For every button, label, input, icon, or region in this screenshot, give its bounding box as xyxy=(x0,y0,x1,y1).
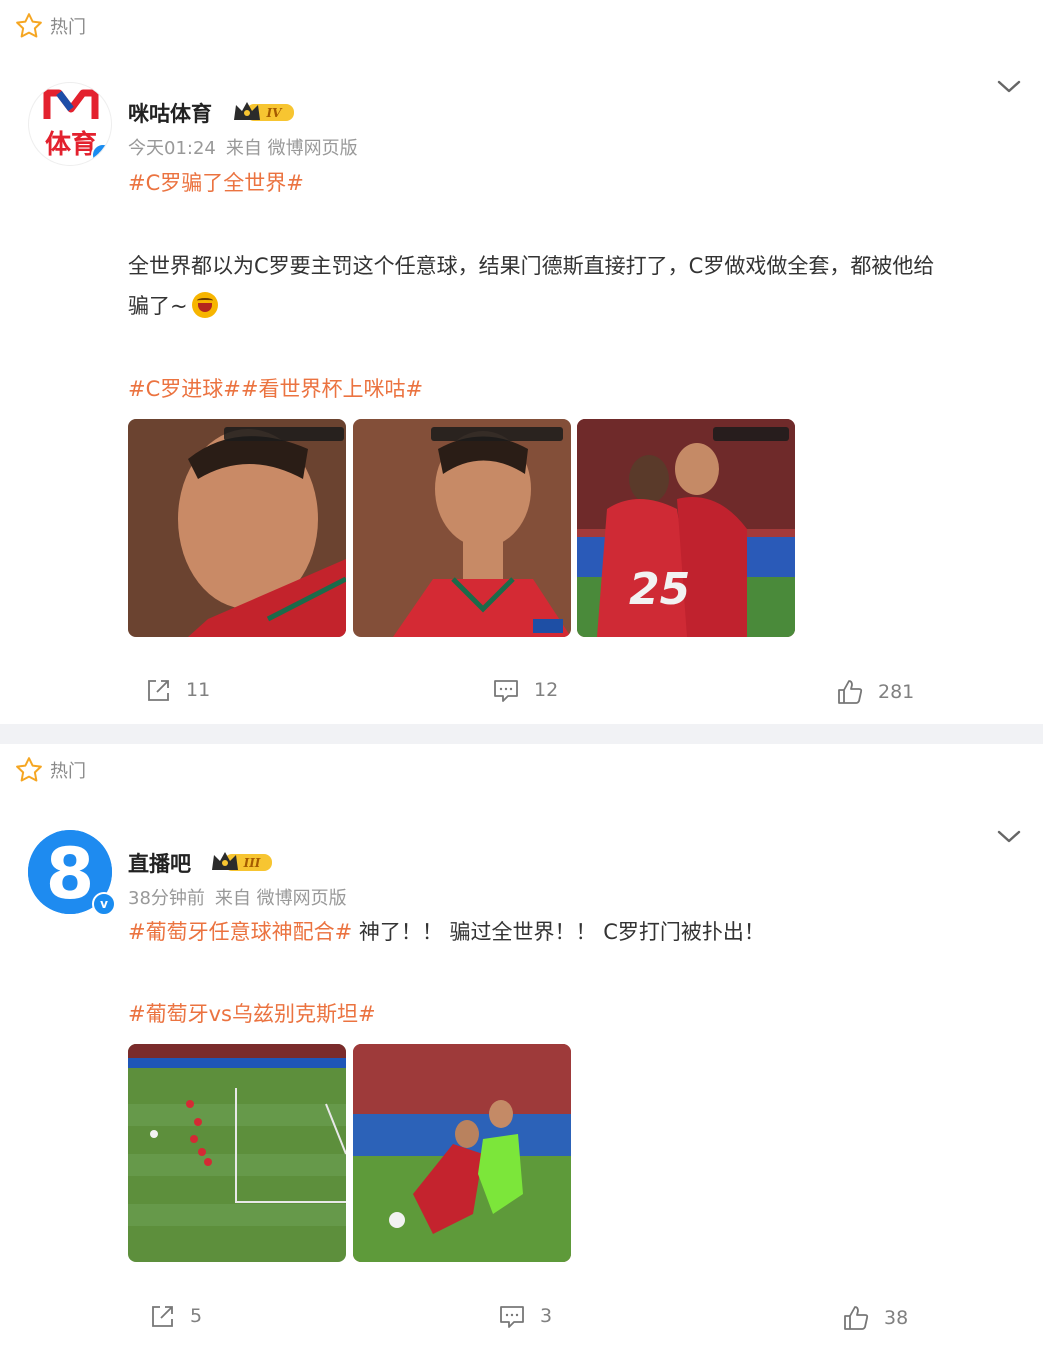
svg-text:体育: 体育 xyxy=(45,129,97,160)
hot-label: 热门 xyxy=(50,761,86,782)
post-topic-foot: #葡萄牙vs乌兹别克斯坦# xyxy=(128,994,1023,1034)
thumbs-up-icon xyxy=(838,680,863,704)
pitch-freekick-image xyxy=(128,1044,346,1262)
feed-post: 热门 体育 v 咪咕体育 IV 今天01:24 来自 微博网页版 #C罗骗了全世… xyxy=(0,0,1043,724)
comment-count: 3 xyxy=(540,1305,553,1327)
share-icon xyxy=(148,680,169,701)
svg-text:III: III xyxy=(243,856,261,870)
share-icon xyxy=(152,1306,173,1327)
post-image[interactable] xyxy=(128,419,346,637)
thumbs-up-icon xyxy=(844,1306,869,1330)
post-body: #葡萄牙任意球神配合# 神了！！ 骗过全世界！！ C罗打门被扑出！ xyxy=(128,912,1023,952)
post-body-line: 全世界都以为C罗要主罚这个任意球，结果门德斯直接打了，C罗做戏做全套，都被他给 xyxy=(128,254,935,278)
avatar[interactable]: 8 v xyxy=(28,830,116,916)
chevron-down-icon[interactable] xyxy=(997,828,1021,846)
svg-text:IV: IV xyxy=(266,106,284,120)
player-closeup-image xyxy=(128,419,346,637)
hot-tag: 热门 xyxy=(14,754,86,786)
topic-link[interactable]: #葡萄牙vs乌兹别克斯坦# xyxy=(128,1002,376,1026)
crown-level-badge-icon: III xyxy=(212,852,272,871)
repost-count: 11 xyxy=(186,679,211,701)
players-celebrate-image: 25 xyxy=(577,419,795,637)
crown-level-badge-icon: IV xyxy=(234,102,294,121)
repost-button[interactable]: 5 xyxy=(148,1302,202,1330)
post-image[interactable] xyxy=(353,1044,571,1262)
post-body-line: 神了！！ 骗过全世界！！ C罗打门被扑出！ xyxy=(352,920,765,944)
shot-saved-image xyxy=(353,1044,571,1262)
comment-button[interactable]: 12 xyxy=(492,676,558,704)
player-looking-up-image xyxy=(353,419,571,637)
repost-count: 5 xyxy=(190,1305,203,1327)
feed-post: 热门 8 v 直播吧 III 38分钟前 来自 微博网页版 #葡萄牙任意球神配合… xyxy=(0,744,1043,1345)
comment-button[interactable]: 3 xyxy=(498,1302,552,1330)
post-source: 来自 微博网页版 xyxy=(225,138,358,159)
topic-link[interactable]: #C罗骗了全世界# xyxy=(128,171,304,195)
avatar[interactable]: 体育 v xyxy=(28,82,112,166)
post-meta: 今天01:24 来自 微博网页版 xyxy=(128,134,358,160)
hot-label: 热门 xyxy=(50,17,86,38)
post-meta: 38分钟前 来自 微博网页版 xyxy=(128,884,347,910)
post-source: 来自 微博网页版 xyxy=(214,888,347,909)
verified-badge-icon: v xyxy=(91,143,111,165)
post-time[interactable]: 今天01:24 xyxy=(128,134,216,160)
author-name[interactable]: 咪咕体育 xyxy=(128,98,212,128)
hot-tag: 热门 xyxy=(14,10,86,42)
author-name[interactable]: 直播吧 xyxy=(128,848,191,878)
comment-count: 12 xyxy=(534,679,559,701)
like-button[interactable]: 281 xyxy=(836,678,914,706)
like-count: 38 xyxy=(884,1307,909,1329)
topic-link[interactable]: #C罗进球##看世界杯上咪咕# xyxy=(128,377,423,401)
post-image[interactable] xyxy=(353,419,571,637)
comment-icon xyxy=(500,1306,524,1328)
svg-text:25: 25 xyxy=(629,564,690,615)
repost-button[interactable]: 11 xyxy=(144,676,210,704)
star-icon xyxy=(16,13,42,38)
post-topic-head: #C罗骗了全世界# xyxy=(128,163,1023,203)
svg-text:8: 8 xyxy=(46,833,95,914)
comment-icon xyxy=(494,680,518,702)
post-image[interactable] xyxy=(128,1044,346,1262)
post-body-line: 骗了~ xyxy=(128,294,188,318)
post-image[interactable]: 25 xyxy=(577,419,795,637)
post-time[interactable]: 38分钟前 xyxy=(128,884,205,910)
star-icon xyxy=(16,757,42,782)
feed-divider xyxy=(0,724,1043,744)
laughing-emoji-icon xyxy=(191,292,218,318)
post-topic-foot: #C罗进球##看世界杯上咪咕# xyxy=(128,369,1023,409)
post-body: 全世界都以为C罗要主罚这个任意球，结果门德斯直接打了，C罗做戏做全套，都被他给 … xyxy=(128,246,1023,326)
like-count: 281 xyxy=(878,681,915,703)
chevron-down-icon[interactable] xyxy=(997,78,1021,96)
like-button[interactable]: 38 xyxy=(842,1304,908,1332)
verified-badge-icon: v xyxy=(92,892,116,916)
topic-link[interactable]: #葡萄牙任意球神配合# xyxy=(128,920,352,944)
